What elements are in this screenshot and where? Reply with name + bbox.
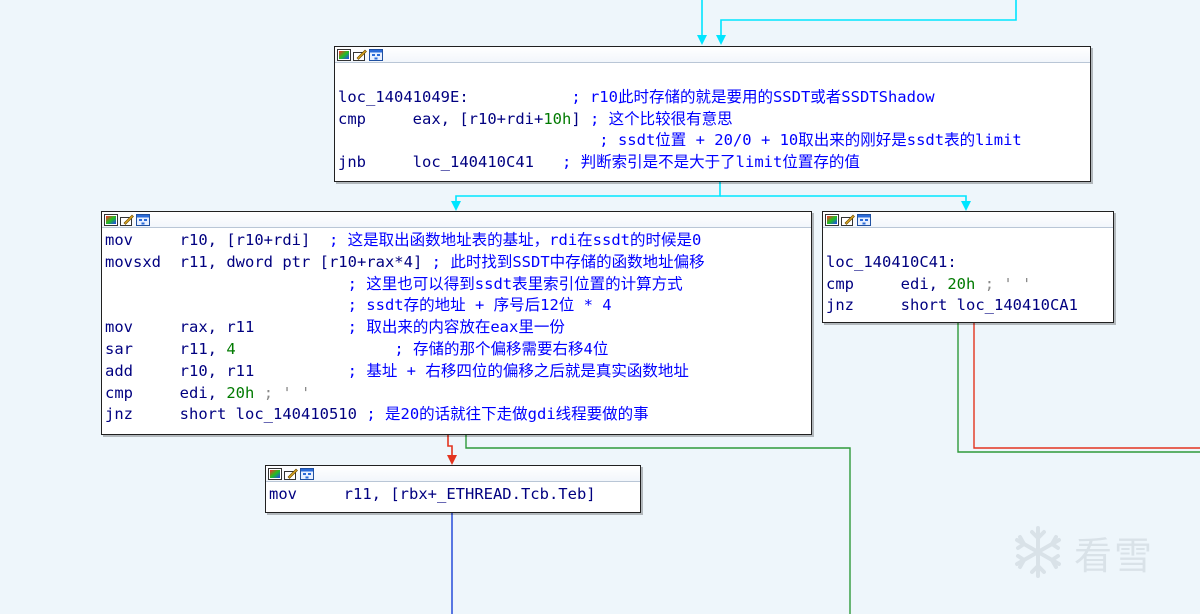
- code-listing: mov r11, [rbx+_ETHREAD.Tcb.Teb]: [266, 482, 640, 506]
- watermark-text: 看雪: [1074, 533, 1155, 578]
- graph-color-icon[interactable]: [825, 214, 839, 226]
- code-line[interactable]: add r10, r11 ; 基址 + 右移四位的偏移之后就是真实函数地址: [105, 361, 809, 383]
- mnemonic: movsxd: [105, 252, 161, 271]
- edge-left-green: [465, 434, 851, 614]
- number: 20h: [226, 383, 255, 402]
- graph-color-icon[interactable]: [337, 49, 351, 61]
- graph-view-icon[interactable]: [369, 49, 383, 61]
- label[interactable]: loc_14041049E:: [338, 88, 469, 106]
- operands: rax, r11: [179, 318, 255, 337]
- operands: r11, dword ptr [r10+rax*4]: [179, 252, 423, 271]
- code-listing: loc_14041049E: ; r10此时存储的就是要用的SSDT或者SSDT…: [335, 63, 1090, 174]
- comment: ; 判断索引是不是大于了limit位置存的值: [562, 153, 860, 172]
- edge-right-green: [957, 322, 1200, 453]
- code-line[interactable]: mov r11, [rbx+_ETHREAD.Tcb.Teb]: [269, 484, 638, 506]
- mnemonic: jnb: [338, 153, 366, 172]
- code-listing: mov r10, [r10+rdi] ; 这是取出函数地址表的基址，rdi在ss…: [102, 228, 811, 426]
- node-header: [102, 212, 811, 228]
- mnemonic: sar: [105, 339, 133, 358]
- operand-link[interactable]: short loc_140410510: [180, 405, 357, 423]
- snowflake-icon: [1015, 526, 1061, 578]
- edge-right-red: [973, 322, 1200, 449]
- comment: ; 存储的那个偏移需要右移4位: [394, 339, 609, 358]
- code-line[interactable]: ; 这里也可以得到ssdt表里索引位置的计算方式: [105, 274, 809, 296]
- mnemonic: cmp: [105, 383, 133, 402]
- comment: ; ssdt存的地址 + 序号后12位 * 4: [347, 296, 612, 315]
- graph-view-icon[interactable]: [136, 214, 150, 226]
- comment: ; 这个比较很有意思: [590, 109, 733, 128]
- comment: ; 取出来的内容放在eax里一份: [347, 318, 565, 337]
- operands: r10, [r10+rdi]: [179, 231, 311, 249]
- code-line[interactable]: sar r11, 4 ; 存储的那个偏移需要右移4位: [105, 339, 809, 361]
- comment: ; 此时找到SSDT中存储的函数地址偏移: [431, 252, 705, 271]
- operand-link[interactable]: short loc_140410CA1: [901, 296, 1078, 314]
- mnemonic: mov: [269, 485, 297, 503]
- code-line[interactable]: cmp edi, 20h ; ' ': [826, 274, 1111, 296]
- rename-icon[interactable]: [841, 214, 855, 226]
- comment: ; 这是取出函数地址表的基址，rdi在ssdt的时候是0: [329, 231, 702, 249]
- node-header: [266, 466, 640, 482]
- code-line[interactable]: jnz short loc_140410510 ; 是20的话就往下走做gdi线…: [105, 404, 809, 426]
- mnemonic: cmp: [338, 109, 366, 128]
- comment: ; 这里也可以得到ssdt表里索引位置的计算方式: [347, 274, 683, 293]
- code-line[interactable]: ; ssdt存的地址 + 序号后12位 * 4: [105, 295, 809, 317]
- comment: ; ssdt位置 + 20/0 + 10取出来的刚好是ssdt表的limit: [599, 131, 1022, 150]
- operands: eax, [r10+rdi+: [412, 109, 544, 128]
- mnemonic: add: [105, 361, 133, 380]
- mnemonic: jnz: [105, 405, 133, 424]
- operands: r10, r11: [179, 361, 255, 380]
- rename-icon[interactable]: [120, 214, 134, 226]
- rename-icon[interactable]: [353, 49, 367, 61]
- code-line[interactable]: loc_140410C41:: [826, 252, 1111, 274]
- code-line[interactable]: mov r10, [r10+rdi] ; 这是取出函数地址表的基址，rdi在ss…: [105, 230, 809, 252]
- operands: r11,: [179, 339, 227, 358]
- comment: ; r10此时存储的就是要用的SSDT或者SSDTShadow: [571, 87, 935, 106]
- graph-color-icon[interactable]: [104, 214, 118, 226]
- operands: ]: [571, 109, 581, 128]
- comment: ; ' ': [263, 383, 311, 402]
- code-line[interactable]: cmp edi, 20h ; ' ': [105, 383, 809, 405]
- code-line[interactable]: mov rax, r11 ; 取出来的内容放在eax里一份: [105, 317, 809, 339]
- operands: edi,: [179, 383, 227, 402]
- comment: ; ' ': [984, 274, 1032, 293]
- number: 4: [226, 339, 236, 358]
- node-header: [823, 212, 1113, 228]
- mnemonic: cmp: [826, 274, 854, 293]
- edge-in-2: [716, 0, 1017, 45]
- number: 20h: [947, 274, 976, 293]
- code-line[interactable]: jnz short loc_140410CA1: [826, 295, 1111, 317]
- node-header: [335, 47, 1090, 63]
- code-line[interactable]: loc_14041049E: ; r10此时存储的就是要用的SSDT或者SSDT…: [338, 87, 1088, 109]
- node-teb-load[interactable]: mov r11, [rbx+_ETHREAD.Tcb.Teb]: [265, 465, 641, 513]
- code-line[interactable]: cmp eax, [r10+rdi+10h] ; 这个比较很有意思: [338, 109, 1088, 131]
- edge-top-left: [451, 182, 721, 211]
- node-loc-14041049e[interactable]: loc_14041049E: ; r10此时存储的就是要用的SSDT或者SSDT…: [334, 46, 1091, 182]
- rename-icon[interactable]: [284, 468, 298, 480]
- graph-view-icon[interactable]: [857, 214, 871, 226]
- comment: ; 基址 + 右移四位的偏移之后就是真实函数地址: [347, 361, 689, 380]
- watermark: 看雪: [1008, 522, 1154, 582]
- comment: ; 是20的话就往下走做gdi线程要做的事: [366, 405, 649, 424]
- label[interactable]: loc_140410C41:: [826, 253, 957, 271]
- edge-left-bottom: [447, 434, 457, 465]
- code-line[interactable]: jnb loc_140410C41 ; 判断索引是不是大于了limit位置存的值: [338, 152, 1088, 174]
- code-listing: loc_140410C41: cmp edi, 20h ; ' ' jnz sh…: [823, 228, 1113, 317]
- code-line[interactable]: movsxd r11, dword ptr [r10+rax*4] ; 此时找到…: [105, 252, 809, 274]
- operands: edi,: [900, 274, 948, 293]
- node-ssdt-lookup[interactable]: mov r10, [r10+rdi] ; 这是取出函数地址表的基址，rdi在ss…: [101, 211, 812, 435]
- mnemonic: mov: [105, 318, 133, 337]
- mnemonic: jnz: [826, 296, 854, 315]
- node-loc-140410c41[interactable]: loc_140410C41: cmp edi, 20h ; ' ' jnz sh…: [822, 211, 1114, 323]
- operands: r11, [rbx+_ETHREAD.Tcb.Teb]: [343, 485, 596, 503]
- edge-top-right: [720, 195, 971, 211]
- code-line[interactable]: ; ssdt位置 + 20/0 + 10取出来的刚好是ssdt表的limit: [338, 130, 1088, 152]
- operand-link[interactable]: loc_140410C41: [413, 153, 534, 171]
- number: 10h: [543, 109, 572, 128]
- graph-view-icon[interactable]: [300, 468, 314, 480]
- mnemonic: mov: [105, 231, 133, 249]
- graph-color-icon[interactable]: [268, 468, 282, 480]
